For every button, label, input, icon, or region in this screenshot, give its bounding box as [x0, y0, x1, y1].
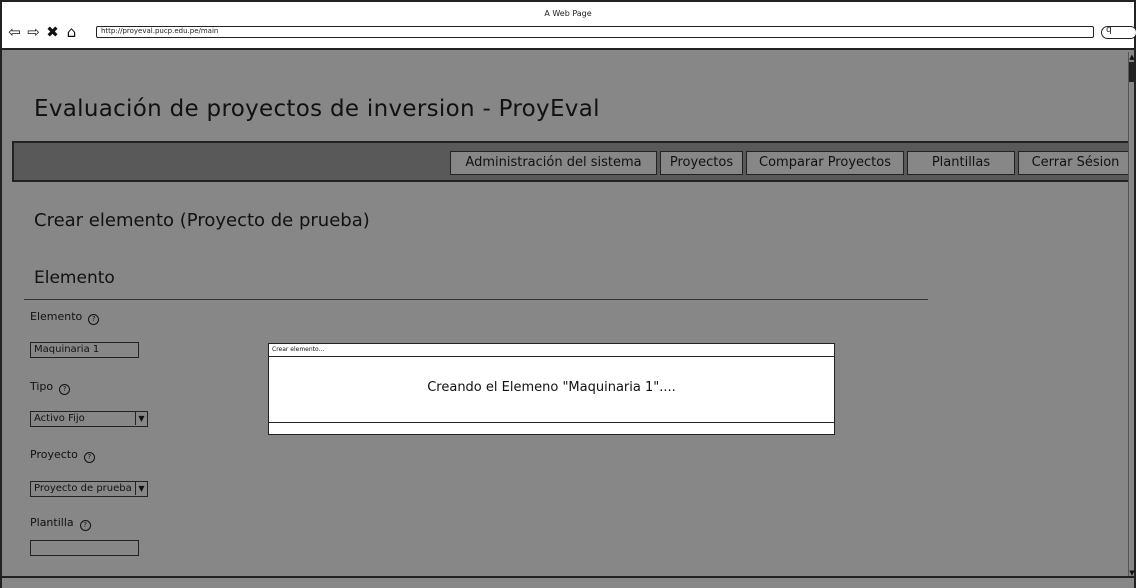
elemento-input[interactable]: Maquinaria 1: [30, 342, 139, 358]
menu-comparar-proyectos-button[interactable]: Comparar Proyectos: [746, 151, 904, 175]
tipo-label: Tipo?: [30, 380, 71, 395]
plantilla-label: Plantilla?: [30, 516, 91, 531]
tipo-select-value: Activo Fijo: [34, 413, 85, 424]
dialog-footer: [269, 422, 834, 434]
address-bar[interactable]: http://proyeval.pucp.edu.pe/main: [96, 26, 1094, 38]
section-divider: [24, 299, 928, 300]
window-title: A Web Page: [544, 9, 592, 18]
close-icon[interactable]: ✖: [44, 23, 61, 41]
main-menu-bar: Administración del sistema Proyectos Com…: [12, 141, 1134, 182]
nav-toolbar: ⇦ ⇨ ✖ ⌂: [6, 22, 80, 42]
vertical-scrollbar[interactable]: ▲ ▼: [1128, 52, 1135, 578]
chevron-down-icon[interactable]: ▼: [135, 482, 147, 495]
browser-window: A Web Page ⇦ ⇨ ✖ ⌂ http://proyeval.pucp.…: [0, 0, 1136, 588]
status-bar: [2, 576, 1134, 588]
menu-proyectos-button[interactable]: Proyectos: [660, 151, 743, 175]
dialog-message: Creando el Elemeno "Maquinaria 1"....: [427, 380, 676, 395]
menu-plantillas-button[interactable]: Plantillas: [907, 151, 1015, 175]
proyecto-select[interactable]: Proyecto de prueba ▼: [30, 481, 148, 497]
forward-arrow-icon[interactable]: ⇨: [25, 23, 42, 41]
scrollbar-thumb[interactable]: [1129, 62, 1135, 82]
browser-chrome: A Web Page ⇦ ⇨ ✖ ⌂ http://proyeval.pucp.…: [2, 2, 1136, 50]
page-content: Evaluación de proyectos de inversion - P…: [2, 52, 1134, 576]
help-icon[interactable]: ?: [83, 452, 95, 463]
page-title: Crear elemento (Proyecto de prueba): [34, 210, 370, 231]
plantilla-label-text: Plantilla: [30, 516, 74, 529]
proyecto-select-value: Proyecto de prueba: [34, 483, 132, 494]
plantilla-input[interactable]: [30, 540, 139, 556]
help-icon[interactable]: ?: [88, 314, 100, 325]
section-heading: Elemento: [34, 268, 115, 288]
menu-cerrar-sesion-button[interactable]: Cerrar Sésion: [1018, 151, 1133, 175]
progress-dialog: Crear elemento... Creando el Elemeno "Ma…: [268, 343, 835, 435]
scroll-up-icon[interactable]: ▲: [1129, 52, 1135, 62]
help-icon[interactable]: ?: [59, 384, 71, 395]
elemento-label: Elemento?: [30, 310, 100, 325]
proyecto-label: Proyecto?: [30, 448, 95, 463]
home-icon[interactable]: ⌂: [63, 23, 80, 41]
dialog-title: Crear elemento...: [269, 344, 834, 357]
app-title: Evaluación de proyectos de inversion - P…: [34, 96, 600, 122]
elemento-label-text: Elemento: [30, 310, 83, 323]
help-icon[interactable]: ?: [79, 520, 91, 531]
menu-admin-sistema-button[interactable]: Administración del sistema: [450, 151, 657, 175]
chevron-down-icon[interactable]: ▼: [135, 412, 147, 425]
tipo-label-text: Tipo: [30, 380, 54, 393]
tipo-select[interactable]: Activo Fijo ▼: [30, 411, 148, 427]
proyecto-label-text: Proyecto: [30, 448, 78, 461]
back-arrow-icon[interactable]: ⇦: [6, 23, 23, 41]
search-icon: q: [1106, 25, 1112, 35]
search-button[interactable]: q: [1101, 25, 1136, 39]
